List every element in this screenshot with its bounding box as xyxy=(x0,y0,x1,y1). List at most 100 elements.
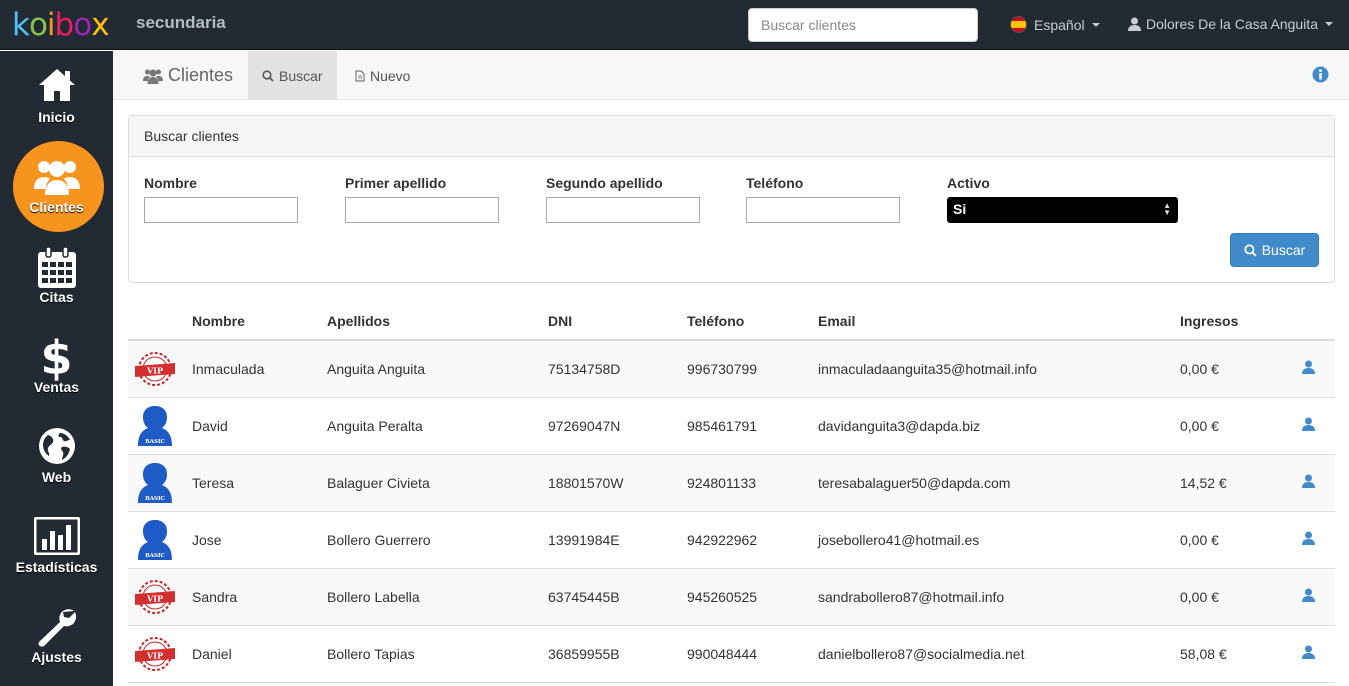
cell-dni: 75134758D xyxy=(548,361,621,377)
tab-label: Nuevo xyxy=(370,67,411,84)
cell-nombre: Jose xyxy=(192,532,222,548)
cell-telefono: 945260525 xyxy=(687,589,758,605)
sidebar-item-label: Citas xyxy=(39,289,74,305)
nombre-input[interactable] xyxy=(144,197,298,223)
sidebar-item-label: Clientes xyxy=(29,199,84,215)
table-row[interactable]: VIP Daniel Bollero Tapias 36859955B 9900484… xyxy=(128,626,1335,683)
view-client-icon[interactable] xyxy=(1302,588,1315,602)
view-client-icon[interactable] xyxy=(1302,645,1315,659)
search-panel: Buscar clientes Nombre Primer apellido S… xyxy=(128,115,1335,283)
column-header-dni[interactable]: DNI xyxy=(548,313,572,329)
brand-name[interactable]: secundaria xyxy=(136,13,226,33)
cell-apellidos: Anguita Peralta xyxy=(327,418,423,434)
sidebar-item-label: Inicio xyxy=(38,109,75,125)
cell-nombre: Inmaculada xyxy=(192,361,265,377)
table-header: Nombre Apellidos DNI Teléfono Email Ingr… xyxy=(128,300,1335,341)
view-client-icon[interactable] xyxy=(1302,360,1315,374)
page-title-text: Clientes xyxy=(168,65,234,85)
document-icon xyxy=(355,70,365,81)
column-header-nombre[interactable]: Nombre xyxy=(192,313,245,329)
page-title: Clientes xyxy=(143,65,233,86)
primer-apellido-label: Primer apellido xyxy=(345,175,447,191)
spain-flag-icon xyxy=(1010,16,1027,33)
table-body: VIP Inmaculada Anguita Anguita 75134758D 99… xyxy=(128,341,1335,683)
column-header-apellidos[interactable]: Apellidos xyxy=(327,313,390,329)
svg-text:BASIC: BASIC xyxy=(145,496,165,502)
cell-email: davidanguita3@dapda.biz xyxy=(818,418,981,434)
koibox-logo[interactable]: koibox xyxy=(12,6,110,44)
cell-telefono: 985461791 xyxy=(687,418,758,434)
cell-telefono: 990048444 xyxy=(687,646,758,662)
cell-apellidos: Bollero Tapias xyxy=(327,646,415,662)
vip-badge-icon: VIP xyxy=(135,352,175,386)
view-client-icon[interactable] xyxy=(1302,474,1315,488)
cell-dni: 97269047N xyxy=(548,418,621,434)
caret-down-icon xyxy=(1091,22,1100,27)
language-dropdown[interactable]: Español xyxy=(1010,16,1100,33)
cell-email: sandrabollero87@hotmail.info xyxy=(818,589,1005,605)
cell-dni: 13991984E xyxy=(548,532,620,548)
cell-email: inmaculadaanguita35@hotmail.info xyxy=(818,361,1037,377)
cell-apellidos: Bollero Labella xyxy=(327,589,420,605)
select-arrows-icon: ▲ ▼ xyxy=(1163,201,1171,217)
cell-telefono: 996730799 xyxy=(687,361,758,377)
sidebar: Inicio Clientes Citas $ Ventas Web Estad… xyxy=(0,51,113,686)
vip-badge-icon: VIP xyxy=(135,580,175,614)
cell-ingresos: 0,00 € xyxy=(1180,532,1219,548)
info-icon[interactable] xyxy=(1312,66,1329,83)
basic-badge-icon: BASIC xyxy=(138,520,172,560)
primer-apellido-input[interactable] xyxy=(345,197,499,223)
view-client-icon[interactable] xyxy=(1302,531,1315,545)
search-icon xyxy=(1244,243,1257,257)
column-header-ingresos[interactable]: Ingresos xyxy=(1180,313,1238,329)
column-header-email[interactable]: Email xyxy=(818,313,855,329)
home-icon xyxy=(38,69,75,101)
activo-select[interactable]: Si ▲ ▼ xyxy=(947,197,1178,223)
sidebar-item-label: Ventas xyxy=(33,379,80,395)
tab-nuevo[interactable]: Nuevo xyxy=(341,51,424,100)
sidebar-item-citas[interactable]: Citas xyxy=(0,231,113,321)
globe-icon xyxy=(38,428,75,464)
basic-badge-icon: BASIC xyxy=(138,463,172,503)
table-row[interactable]: BASIC David Anguita Peralta 97269047N 98546… xyxy=(128,398,1335,455)
sidebar-item-ventas[interactable]: $ Ventas xyxy=(0,321,113,411)
view-client-icon[interactable] xyxy=(1302,417,1315,431)
cell-telefono: 942922962 xyxy=(687,532,758,548)
telefono-input[interactable] xyxy=(746,197,900,223)
user-icon xyxy=(1128,17,1141,31)
table-row[interactable]: BASIC Jose Bollero Guerrero 13991984E 94292… xyxy=(128,512,1335,569)
top-navbar: koibox secundaria Español Dolores De la … xyxy=(0,0,1349,50)
sidebar-item-ajustes[interactable]: Ajustes xyxy=(0,591,113,681)
cell-ingresos: 0,00 € xyxy=(1180,361,1219,377)
cell-ingresos: 0,00 € xyxy=(1180,589,1219,605)
search-clients-input[interactable] xyxy=(748,8,978,42)
table-row[interactable]: VIP Inmaculada Anguita Anguita 75134758D 99… xyxy=(128,341,1335,398)
user-menu[interactable]: Dolores De la Casa Anguita xyxy=(1128,16,1333,32)
tab-buscar[interactable]: Buscar xyxy=(248,51,337,100)
cell-email: josebollero41@hotmail.es xyxy=(818,532,980,548)
buscar-button[interactable]: Buscar xyxy=(1230,233,1319,267)
column-header-telefono[interactable]: Teléfono xyxy=(687,313,744,329)
buscar-button-label: Buscar xyxy=(1261,242,1306,258)
table-row[interactable]: VIP Sandra Bollero Labella 63745445B 945260… xyxy=(128,569,1335,626)
cell-apellidos: Anguita Anguita xyxy=(327,361,426,377)
sidebar-item-estadisticas[interactable]: Estadísticas xyxy=(0,501,113,591)
cell-dni: 18801570W xyxy=(548,475,624,491)
sidebar-item-web[interactable]: Web xyxy=(0,411,113,501)
segundo-apellido-input[interactable] xyxy=(546,197,700,223)
cell-ingresos: 58,08 € xyxy=(1180,646,1227,662)
svg-text:BASIC: BASIC xyxy=(145,439,165,445)
table-row[interactable]: BASIC Teresa Balaguer Civieta 18801570W 924… xyxy=(128,455,1335,512)
caret-down-icon xyxy=(1325,22,1333,26)
tab-label: Buscar xyxy=(279,67,323,84)
wrench-icon xyxy=(38,609,76,647)
panel-title: Buscar clientes xyxy=(129,116,1334,157)
cell-nombre: Daniel xyxy=(192,646,232,662)
sidebar-item-clientes[interactable]: Clientes xyxy=(0,141,113,231)
sidebar-item-label: Web xyxy=(41,469,72,485)
cell-ingresos: 0,00 € xyxy=(1180,418,1219,434)
svg-text:VIP: VIP xyxy=(146,651,163,661)
svg-text:BASIC: BASIC xyxy=(145,553,165,559)
sidebar-item-inicio[interactable]: Inicio xyxy=(0,51,113,141)
cell-nombre: Sandra xyxy=(192,589,238,605)
